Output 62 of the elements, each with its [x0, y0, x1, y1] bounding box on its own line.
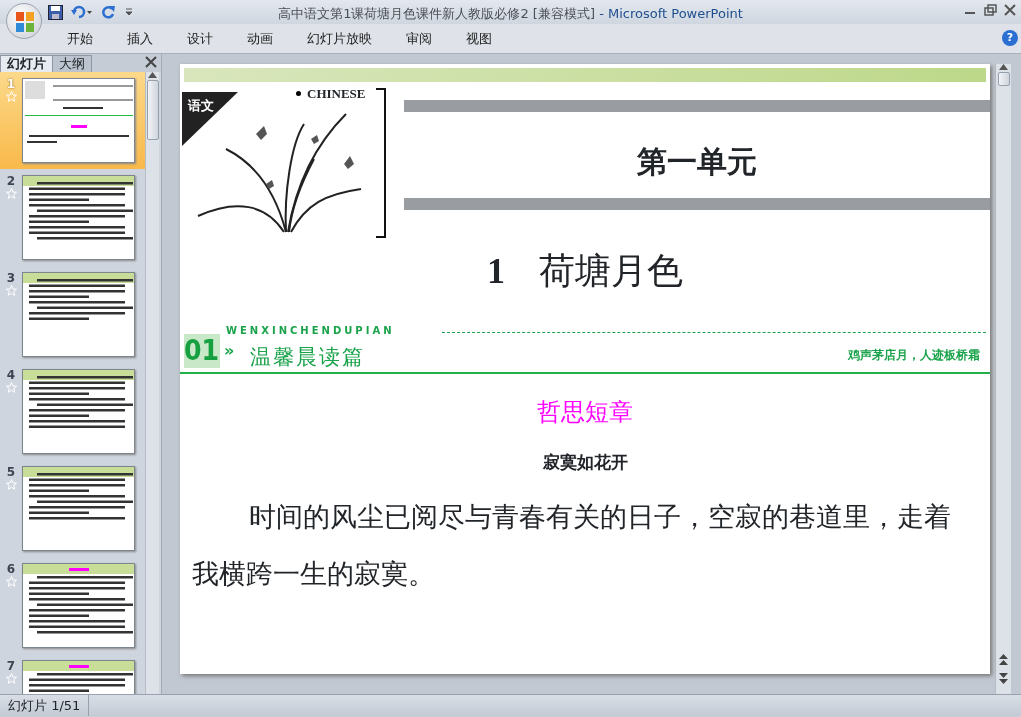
close-icon[interactable] [1003, 3, 1017, 17]
window-title: 高中语文第1课荷塘月色课件新人教版必修2 [兼容模式] [278, 6, 595, 21]
slide-thumbnail-item[interactable]: 3 [0, 266, 145, 363]
ribbon-tab[interactable]: 动画 [230, 26, 290, 51]
ribbon-tab[interactable]: 开始 [50, 26, 110, 51]
scrollbar[interactable] [995, 64, 1011, 694]
section-number: 01 [184, 334, 220, 368]
customize-icon[interactable] [124, 7, 134, 17]
redo-icon[interactable] [101, 4, 116, 20]
slide-number: 5 [6, 466, 16, 479]
scroll-up-icon[interactable] [999, 64, 1008, 70]
star-icon [5, 285, 17, 296]
star-icon [5, 91, 17, 102]
scrollbar-thumb[interactable] [997, 72, 1010, 86]
section-title: 温馨晨读篇 [250, 344, 365, 371]
page-nav-icon[interactable] [999, 654, 1008, 684]
slide-number: 4 [6, 369, 16, 382]
lesson-title: 荷塘月色 [539, 250, 683, 293]
star-icon [5, 382, 17, 393]
slide-number: 1 [6, 78, 16, 91]
bullet-dot [296, 91, 301, 97]
category-heading: 哲思短章 [537, 398, 633, 426]
star-icon [5, 188, 17, 199]
slide-thumbnail-item[interactable]: 6 [0, 557, 145, 654]
ribbon-tab[interactable]: 审阅 [389, 26, 449, 51]
subject-label: CHINESE [307, 85, 366, 103]
title-separator: - [599, 6, 604, 21]
app-name: Microsoft PowerPoint [607, 6, 743, 21]
ribbon-tab[interactable]: 设计 [170, 26, 230, 51]
star-icon [5, 576, 17, 587]
scrollbar[interactable] [145, 72, 159, 694]
subject-tag: 语文 [182, 92, 238, 146]
unit-title: 第一单元 [637, 144, 757, 179]
slide-number: 3 [6, 272, 16, 285]
close-icon[interactable] [145, 56, 157, 68]
slide-number: 6 [6, 563, 16, 576]
save-icon[interactable] [48, 4, 63, 20]
section-pinyin: WENXINCHENDUPIAN [226, 324, 395, 338]
ribbon-tab[interactable]: 幻灯片放映 [290, 26, 389, 51]
status-text: 幻灯片 1/51 [0, 695, 90, 716]
lesson-number: 1 [487, 250, 505, 293]
star-icon [5, 479, 17, 490]
slide-thumbnail-item[interactable]: 7 [0, 654, 145, 694]
slide-number: 7 [6, 660, 16, 673]
ribbon-tab[interactable]: 视图 [449, 26, 509, 51]
office-button[interactable] [6, 3, 42, 39]
pane-tab[interactable]: 大纲 [52, 55, 92, 72]
section-quote: 鸡声茅店月，人迹板桥霜 [848, 347, 980, 364]
slide-thumbnail-item[interactable]: 4 [0, 363, 145, 460]
slide-thumbnail-item[interactable]: 5 [0, 460, 145, 557]
star-icon [5, 673, 17, 684]
scrollbar-thumb[interactable] [146, 80, 159, 140]
ribbon-tab[interactable]: 插入 [110, 26, 170, 51]
section-marker: » [224, 340, 235, 362]
slide-thumbnail-item[interactable]: 2 [0, 169, 145, 266]
essay-title: 寂寞如花开 [542, 452, 628, 472]
help-button[interactable]: ? [1002, 30, 1018, 46]
essay-paragraph: 时间的风尘已阅尽与青春有关的日子，空寂的巷道里，走着我横跨一生的寂寞。 [192, 500, 952, 591]
pane-tab[interactable]: 幻灯片 [0, 55, 53, 72]
slide-number: 2 [6, 175, 16, 188]
undo-icon[interactable] [71, 4, 93, 20]
restore-icon[interactable] [983, 3, 997, 17]
